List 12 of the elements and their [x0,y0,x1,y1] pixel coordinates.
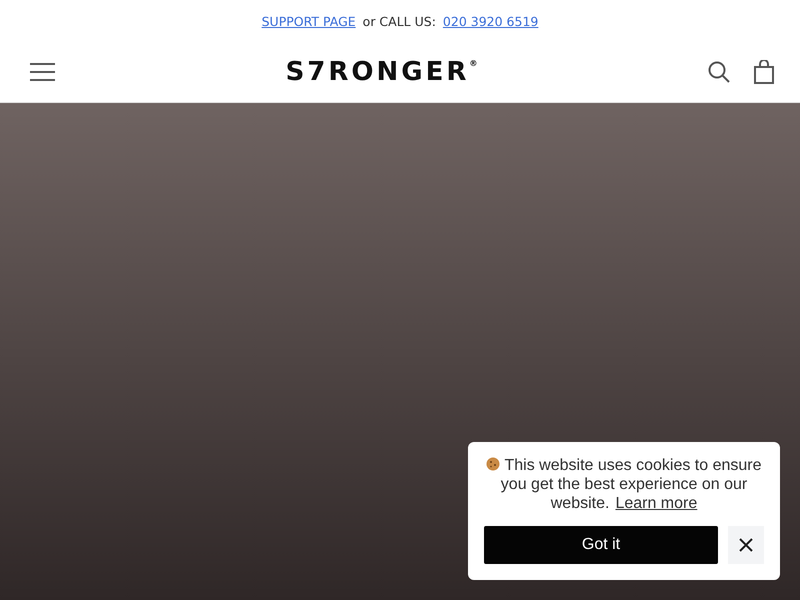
support-link[interactable]: SUPPORT PAGE [262,14,356,28]
logo[interactable]: S7RONGER® [286,57,478,87]
cookie-message: This website uses cookies to ensure you get the best experience on our website. Learn more [484,456,764,513]
close-icon[interactable] [728,526,764,564]
got-it-button[interactable]: Got it [484,526,718,564]
call-us-label: or CALL US: [362,14,436,28]
menu-icon[interactable] [30,63,55,81]
shopping-bag-icon[interactable] [754,60,774,84]
cookie-icon [486,457,500,471]
phone-link[interactable]: 020 3920 6519 [442,14,538,28]
learn-more-link[interactable]: Learn more [615,495,698,512]
search-icon[interactable] [708,61,730,83]
